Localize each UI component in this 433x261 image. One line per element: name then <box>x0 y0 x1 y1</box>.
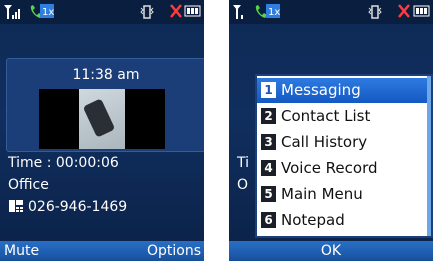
menu-label: Main Menu <box>281 185 363 203</box>
phone-number-row: 026-946-1469 <box>8 199 127 215</box>
phone-number-icon <box>9 200 23 212</box>
menu-item-call-history[interactable]: 3 Call History <box>257 130 431 155</box>
menu-number: 2 <box>261 108 276 124</box>
menu-number: 3 <box>261 134 276 150</box>
menu-number: 4 <box>261 160 276 176</box>
menu-label: Voice Record <box>281 159 378 177</box>
vibrate-icon <box>368 5 382 19</box>
mute-icon <box>170 4 182 18</box>
options-softkey[interactable]: Options <box>147 241 201 261</box>
call-time: 11:38 am <box>72 67 140 83</box>
menu-number: 5 <box>261 186 276 202</box>
softkey-bar: Mute Options <box>0 241 204 261</box>
signal-icon <box>4 5 20 19</box>
status-bar: 1x <box>0 0 204 24</box>
menu-scrollbar[interactable] <box>427 76 431 236</box>
contact-name: Office <box>8 177 49 193</box>
battery-icon <box>184 5 201 17</box>
call-card: 11:38 am <box>6 58 204 152</box>
menu-label: Contact List <box>281 107 371 125</box>
softkey-bar: OK <box>229 241 433 261</box>
background-text-2: O <box>237 177 249 193</box>
menu-item-voice-record[interactable]: 4 Voice Record <box>257 156 431 181</box>
1x-icon: 1x <box>40 4 54 18</box>
caller-photo <box>39 89 165 149</box>
svg-text:1x: 1x <box>268 7 280 18</box>
menu-number: 6 <box>261 212 276 228</box>
svg-text:1x: 1x <box>42 7 54 18</box>
call-duration: Time : 00:00:06 <box>8 155 119 171</box>
mute-softkey[interactable]: Mute <box>4 241 39 261</box>
battery-icon <box>413 5 430 17</box>
menu-number: 1 <box>261 82 276 98</box>
phone-number: 026-946-1469 <box>28 199 128 215</box>
background-text-1: Ti <box>237 155 250 171</box>
signal-icon <box>233 5 243 19</box>
menu-label: Messaging <box>281 81 361 99</box>
menu-item-messaging[interactable]: 1 Messaging <box>257 78 431 103</box>
options-menu-screen: 1x Ti O 1 Messaging 2 Contact List 3 Cal… <box>229 0 433 261</box>
menu-item-notepad[interactable]: 6 Notepad <box>257 208 431 233</box>
1x-icon: 1x <box>266 4 280 18</box>
menu-item-main-menu[interactable]: 5 Main Menu <box>257 182 431 207</box>
mute-icon <box>398 4 410 18</box>
menu-label: Notepad <box>281 211 345 229</box>
status-bar: 1x <box>229 0 433 24</box>
ok-softkey[interactable]: OK <box>229 241 433 261</box>
phone-image <box>82 98 116 138</box>
options-menu: 1 Messaging 2 Contact List 3 Call Histor… <box>255 74 433 238</box>
menu-label: Call History <box>281 133 368 151</box>
in-call-screen: 1x 11:38 am Time : 00:00:06 Office 026-9… <box>0 0 204 261</box>
vibrate-icon <box>140 5 154 19</box>
menu-item-contact-list[interactable]: 2 Contact List <box>257 104 431 129</box>
